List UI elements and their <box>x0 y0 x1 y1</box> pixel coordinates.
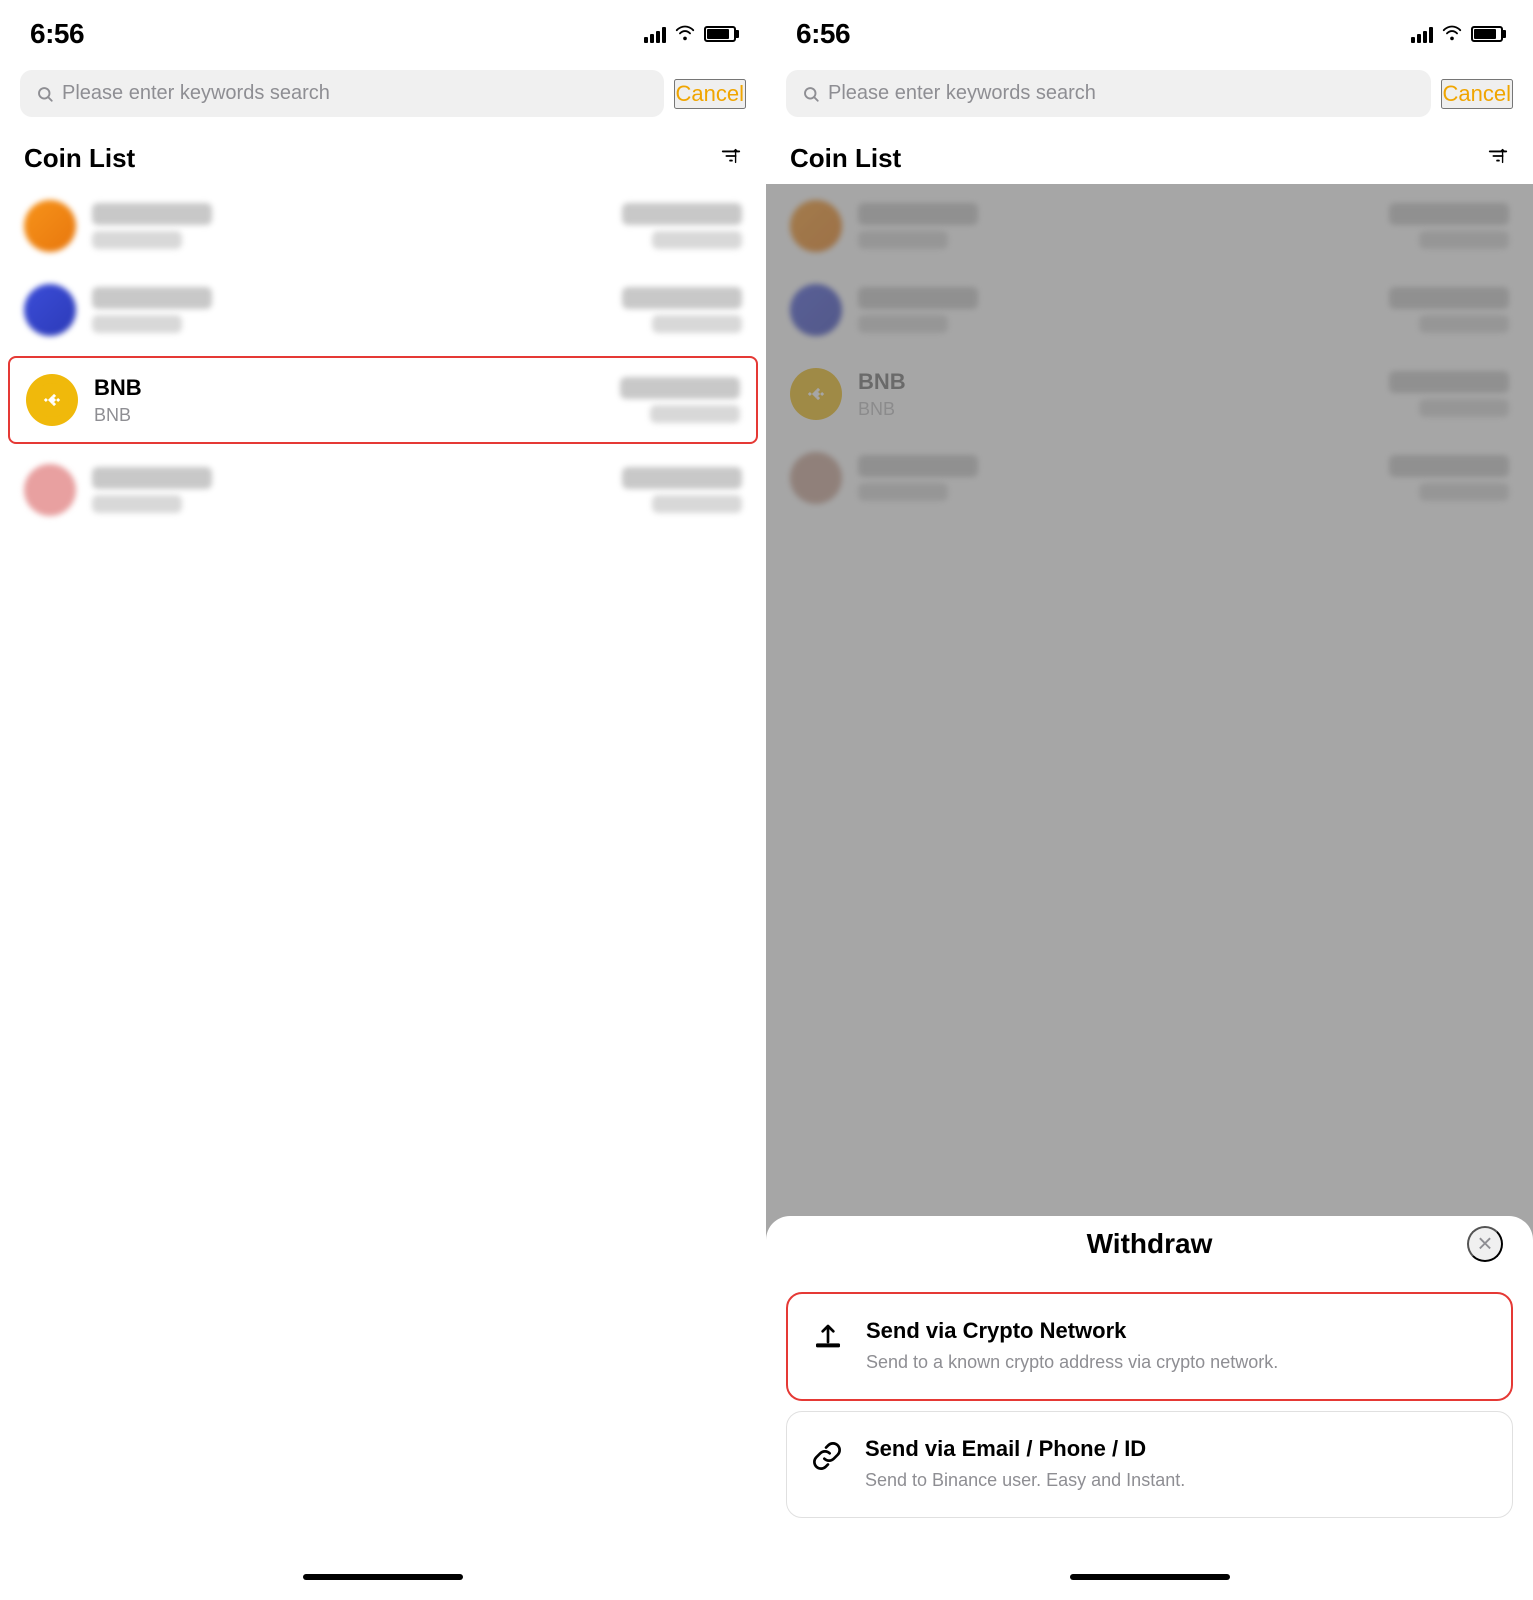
coin-change-blurred-1 <box>652 231 742 249</box>
cancel-button-left[interactable]: Cancel <box>674 79 746 109</box>
coin-value-blurred-1 <box>622 203 742 225</box>
search-bar-right[interactable]: Please enter keywords search Cancel <box>766 60 1533 127</box>
search-bar-left[interactable]: Please enter keywords search Cancel <box>0 60 766 127</box>
crypto-network-option[interactable]: Send via Crypto Network Send to a known … <box>786 1292 1513 1401</box>
home-bar-right <box>1070 1574 1230 1580</box>
search-placeholder-left: Please enter keywords search <box>62 82 648 105</box>
coin-name-blurred-2 <box>92 287 212 309</box>
list-item[interactable] <box>0 268 766 352</box>
coin-symbol-blurred-4 <box>92 495 182 513</box>
coin-name-blurred-4 <box>92 467 212 489</box>
search-input-container-left[interactable]: Please enter keywords search <box>20 70 664 117</box>
email-phone-title: Send via Email / Phone / ID <box>865 1436 1492 1462</box>
crypto-network-text: Send via Crypto Network Send to a known … <box>866 1318 1491 1375</box>
wifi-icon-left <box>674 23 696 46</box>
email-phone-text: Send via Email / Phone / ID Send to Bina… <box>865 1436 1492 1493</box>
coin-list-header-right: Coin List <box>766 127 1533 184</box>
coin-symbol-blurred-2 <box>92 315 182 333</box>
coin-info-4 <box>92 467 606 513</box>
coin-right-1 <box>622 203 742 249</box>
overlay-content: BNB BNB <box>766 184 1533 1558</box>
crypto-network-desc: Send to a known crypto address via crypt… <box>866 1350 1491 1375</box>
bnb-right <box>620 377 740 423</box>
coin-list-title-left: Coin List <box>24 143 135 174</box>
bnb-change-blurred <box>650 405 740 423</box>
signal-icon-right <box>1411 25 1433 43</box>
bnb-info: BNB BNB <box>94 375 604 426</box>
status-time-right: 6:56 <box>796 18 850 50</box>
coin-list-title-right: Coin List <box>790 143 901 174</box>
bnb-name: BNB <box>94 375 604 401</box>
search-icon-left <box>36 85 54 103</box>
coin-right-2 <box>622 287 742 333</box>
coin-value-blurred-2 <box>622 287 742 309</box>
coin-symbol-blurred-1 <box>92 231 182 249</box>
crypto-network-title: Send via Crypto Network <box>866 1318 1491 1344</box>
bottom-sheet-header: Withdraw × <box>766 1216 1533 1282</box>
coin-info-1 <box>92 203 606 249</box>
coin-icon-pink <box>24 464 76 516</box>
coin-icon-blue <box>24 284 76 336</box>
email-phone-option[interactable]: Send via Email / Phone / ID Send to Bina… <box>786 1411 1513 1518</box>
status-icons-right <box>1411 23 1503 46</box>
bnb-value-blurred <box>620 377 740 399</box>
status-bar-right: 6:56 <box>766 0 1533 60</box>
home-indicator-left <box>0 1558 766 1600</box>
status-icons-left <box>644 23 736 46</box>
coin-change-blurred-4 <box>652 495 742 513</box>
withdraw-title: Withdraw <box>832 1228 1467 1260</box>
status-time-left: 6:56 <box>30 18 84 50</box>
wifi-icon-right <box>1441 23 1463 46</box>
status-bar-left: 6:56 <box>0 0 766 60</box>
battery-icon-right <box>1471 26 1503 42</box>
sort-icon-left[interactable] <box>720 145 742 173</box>
list-item[interactable] <box>0 448 766 532</box>
coin-name-blurred-1 <box>92 203 212 225</box>
bnb-row[interactable]: BNB BNB <box>8 356 758 444</box>
signal-icon-left <box>644 25 666 43</box>
coin-list-left: BNB BNB <box>0 184 766 1558</box>
upload-icon <box>808 1318 848 1358</box>
coin-icon-orange <box>24 200 76 252</box>
withdraw-bottom-sheet: Withdraw × Send via Crypto Network Send … <box>766 1216 1533 1558</box>
coin-right-4 <box>622 467 742 513</box>
search-input-container-right[interactable]: Please enter keywords search <box>786 70 1431 117</box>
coin-list-header-left: Coin List <box>0 127 766 184</box>
sort-icon-right[interactable] <box>1487 145 1509 173</box>
bnb-symbol: BNB <box>94 405 604 426</box>
search-icon-right <box>802 85 820 103</box>
bnb-icon <box>26 374 78 426</box>
close-button[interactable]: × <box>1467 1226 1503 1262</box>
coin-info-2 <box>92 287 606 333</box>
cancel-button-right[interactable]: Cancel <box>1441 79 1513 109</box>
coin-change-blurred-2 <box>652 315 742 333</box>
coin-value-blurred-4 <box>622 467 742 489</box>
email-phone-desc: Send to Binance user. Easy and Instant. <box>865 1468 1492 1493</box>
home-bar-left <box>303 1574 463 1580</box>
search-placeholder-right: Please enter keywords search <box>828 82 1415 105</box>
left-panel: 6:56 <box>0 0 766 1600</box>
link-icon <box>807 1436 847 1476</box>
home-indicator-right <box>766 1558 1533 1600</box>
right-panel: 6:56 <box>766 0 1533 1600</box>
list-item[interactable] <box>0 184 766 268</box>
battery-icon-left <box>704 26 736 42</box>
